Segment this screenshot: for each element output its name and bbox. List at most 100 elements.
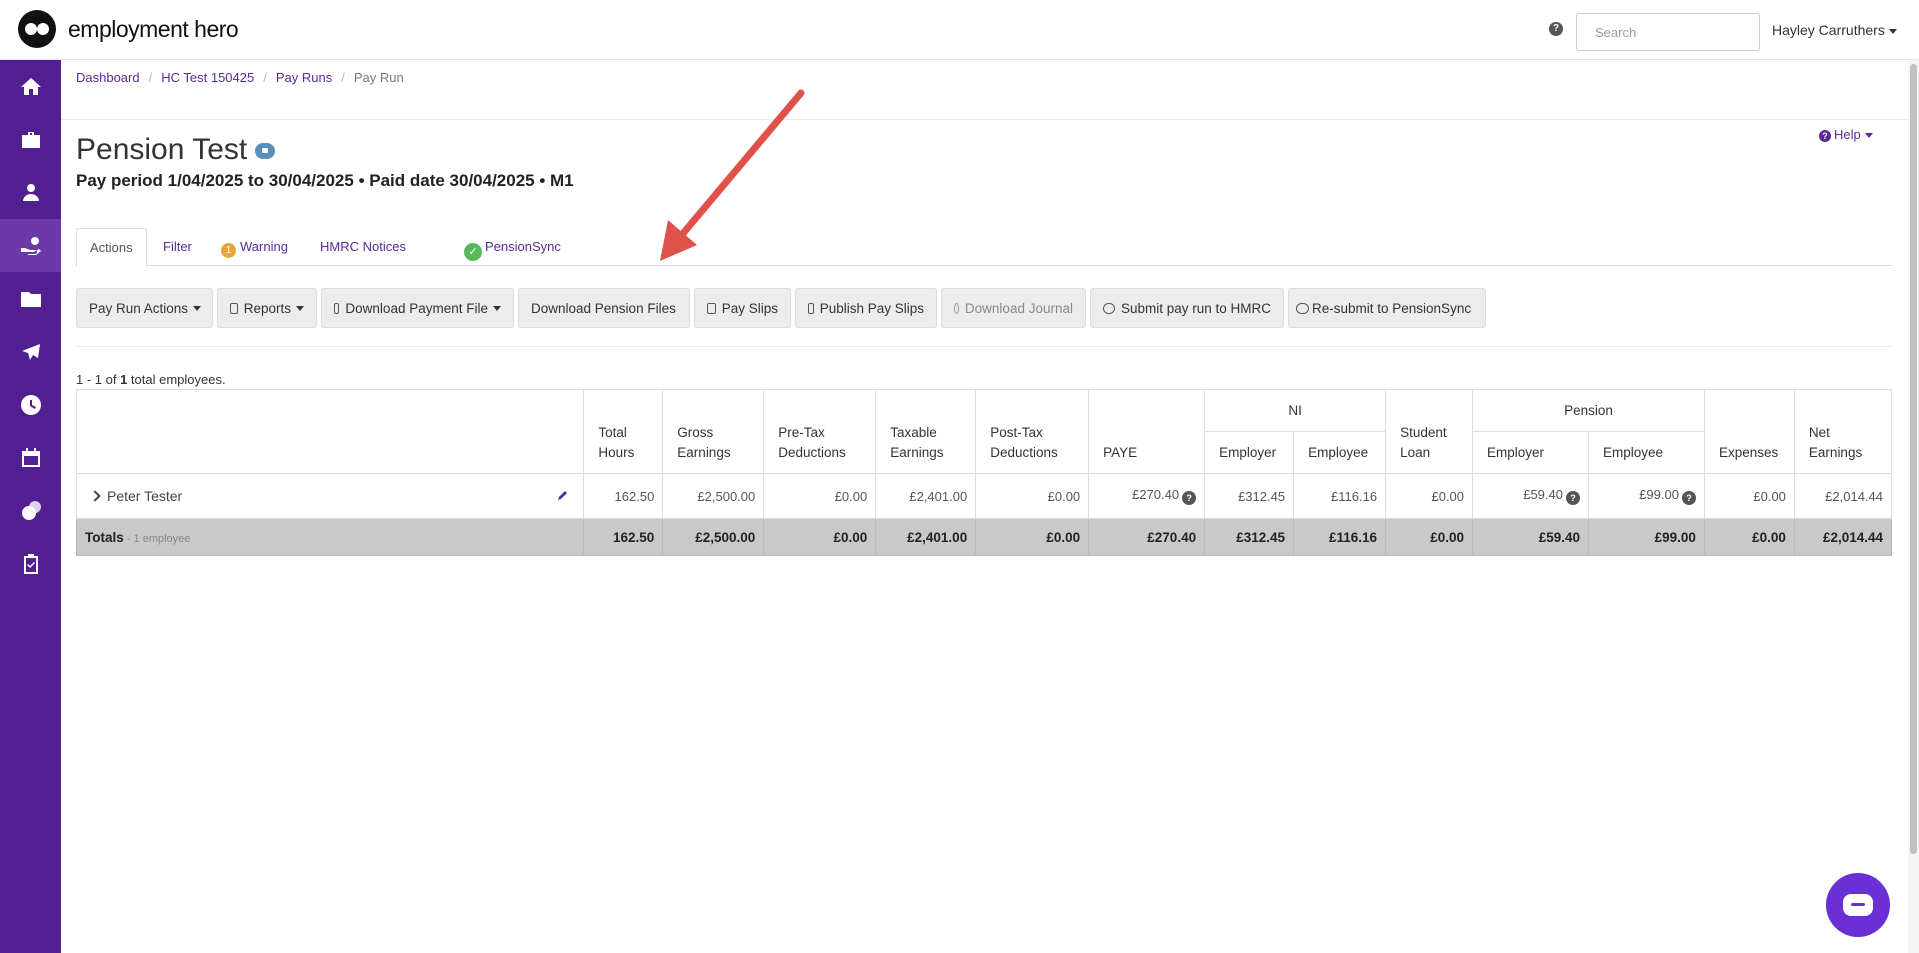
page-title: Pension Test xyxy=(76,133,276,167)
breadcrumb-pay-runs[interactable]: Pay Runs xyxy=(276,70,332,85)
publish-pay-slips-button[interactable]: Publish Pay Slips xyxy=(795,288,937,328)
pay-run-actions-label: Pay Run Actions xyxy=(89,300,189,316)
save-icon xyxy=(334,302,340,314)
clipboard-icon xyxy=(23,553,38,574)
totals-net: £2,014.44 xyxy=(1793,518,1893,556)
help-icon[interactable]: ? xyxy=(1549,22,1563,36)
scrollbar[interactable] xyxy=(1908,60,1919,953)
totals-gross: £2,500.00 xyxy=(662,518,765,556)
help-menu[interactable]: ? Help xyxy=(1819,127,1873,142)
chevron-down-icon xyxy=(493,305,501,311)
sidebar-item-payroll[interactable] xyxy=(0,219,61,272)
divider xyxy=(61,119,1911,120)
sidebar-item-tasks[interactable] xyxy=(0,537,61,590)
tab-filter[interactable]: Filter xyxy=(163,228,192,266)
pay-period-subtitle: Pay period 1/04/2025 to 30/04/2025 • Pai… xyxy=(76,171,574,190)
post-tax-header: Post-Tax Deductions xyxy=(975,389,1090,474)
ni-employer-cell: £312.45 xyxy=(1204,473,1295,519)
total-hours-header: Total Hours xyxy=(583,389,664,474)
help-label: Help xyxy=(1834,127,1861,142)
totals-ni-employer: £312.45 xyxy=(1204,518,1295,556)
paye-cell: £270.40? xyxy=(1088,473,1206,519)
breadcrumb-current: Pay Run xyxy=(353,70,404,85)
lock-icon xyxy=(255,143,276,160)
totals-pre-tax: £0.00 xyxy=(763,518,877,556)
reports-label: Reports xyxy=(243,300,291,316)
sidebar-item-benefits[interactable] xyxy=(0,484,61,537)
breadcrumb-company[interactable]: HC Test 150425 xyxy=(161,70,254,85)
totals-pension-employee: £99.00 xyxy=(1587,518,1705,556)
folder-icon xyxy=(20,291,41,307)
chat-button[interactable] xyxy=(1826,873,1890,937)
download-journal-button[interactable]: Download Journal xyxy=(941,288,1086,328)
logo[interactable]: employment hero xyxy=(18,10,239,48)
reports-button[interactable]: Reports xyxy=(217,288,317,328)
question-icon[interactable]: ? xyxy=(1681,491,1696,505)
question-icon[interactable]: ? xyxy=(1182,491,1197,505)
top-bar: employment hero ? Hayley Carruthers xyxy=(0,0,1919,60)
tab-filter-label: Filter xyxy=(163,239,192,254)
download-journal-label: Download Journal xyxy=(964,300,1073,316)
tab-actions[interactable]: Actions xyxy=(76,228,147,267)
list-icon xyxy=(707,302,716,314)
pension-employee-header: Employee xyxy=(1587,431,1705,474)
taxable-header: Taxable Earnings xyxy=(875,389,977,474)
user-name: Hayley Carruthers xyxy=(1772,22,1885,38)
tab-hmrc-label: HMRC Notices xyxy=(320,239,406,254)
clock-icon xyxy=(20,394,41,415)
sidebar-item-people[interactable] xyxy=(0,166,61,219)
briefcase-icon xyxy=(21,131,40,148)
page-title-text: Pension Test xyxy=(76,133,248,166)
question-icon[interactable]: ? xyxy=(1565,491,1580,505)
sidebar-item-company[interactable] xyxy=(0,113,61,166)
totals-paye: £270.40 xyxy=(1088,518,1206,556)
cloud-upload-icon xyxy=(1296,302,1309,314)
divider xyxy=(76,346,1892,347)
sidebar-item-rostering[interactable] xyxy=(0,431,61,484)
totals-pension-employer: £59.40 xyxy=(1472,518,1589,556)
table-row[interactable]: Peter Tester 162.50 £2,500.00 £0.00 £2,4… xyxy=(75,473,1893,519)
publish-pay-slips-label: Publish Pay Slips xyxy=(819,300,924,316)
employee-name-cell[interactable]: Peter Tester xyxy=(75,473,585,519)
chat-icon xyxy=(1843,894,1873,916)
sidebar-item-documents[interactable] xyxy=(0,272,61,325)
logo-icon xyxy=(18,10,56,48)
ni-employee-cell: £116.16 xyxy=(1293,473,1387,519)
chevron-down-icon xyxy=(1864,133,1873,139)
breadcrumb-dashboard[interactable]: Dashboard xyxy=(76,70,140,85)
student-loan-header: Student Loan xyxy=(1385,389,1474,474)
download-pension-files-button[interactable]: Download Pension Files xyxy=(518,288,690,328)
user-menu[interactable]: Hayley Carruthers xyxy=(1772,22,1897,38)
sidebar-item-leave[interactable] xyxy=(0,325,61,378)
chevron-down-icon xyxy=(296,305,304,311)
search-input[interactable] xyxy=(1576,13,1760,51)
sidebar-item-home[interactable] xyxy=(0,60,61,113)
pay-slips-button[interactable]: Pay Slips xyxy=(694,288,791,328)
download-pension-files-label: Download Pension Files xyxy=(531,300,676,316)
taxable-cell: £2,401.00 xyxy=(875,473,977,519)
download-circle-icon xyxy=(954,302,959,314)
sidebar-item-timesheets[interactable] xyxy=(0,378,61,431)
sidebar xyxy=(0,60,61,953)
tab-warning[interactable]: 1 Warning xyxy=(221,228,288,266)
pencil-icon[interactable] xyxy=(557,489,569,501)
home-icon xyxy=(20,77,41,95)
resubmit-pensionsync-label: Re-submit to PensionSync xyxy=(1312,300,1472,316)
totals-row: Totals - 1 employee 162.50 £2,500.00 £0.… xyxy=(75,518,1893,556)
chevron-right-icon[interactable] xyxy=(89,490,101,502)
chevron-down-icon xyxy=(193,305,202,311)
totals-taxable: £2,401.00 xyxy=(875,518,977,556)
resubmit-pensionsync-button[interactable]: Re-submit to PensionSync xyxy=(1288,288,1486,328)
download-payment-file-label: Download Payment File xyxy=(345,300,488,316)
submit-hmrc-button[interactable]: Submit pay run to HMRC xyxy=(1090,288,1284,328)
download-payment-file-button[interactable]: Download Payment File xyxy=(321,288,514,328)
pay-run-actions-button[interactable]: Pay Run Actions xyxy=(76,288,213,328)
pension-group-header: Pension xyxy=(1472,389,1705,432)
totals-ni-employee: £116.16 xyxy=(1293,518,1387,556)
net-earnings-header: Net Earnings xyxy=(1793,389,1893,474)
people-icon xyxy=(22,183,39,201)
tab-hmrc-notices[interactable]: HMRC Notices xyxy=(320,228,406,266)
tab-pensionsync[interactable]: ✓ PensionSync xyxy=(464,228,561,266)
submit-hmrc-label: Submit pay run to HMRC xyxy=(1120,300,1271,316)
gross-earnings-cell: £2,500.00 xyxy=(662,473,765,519)
